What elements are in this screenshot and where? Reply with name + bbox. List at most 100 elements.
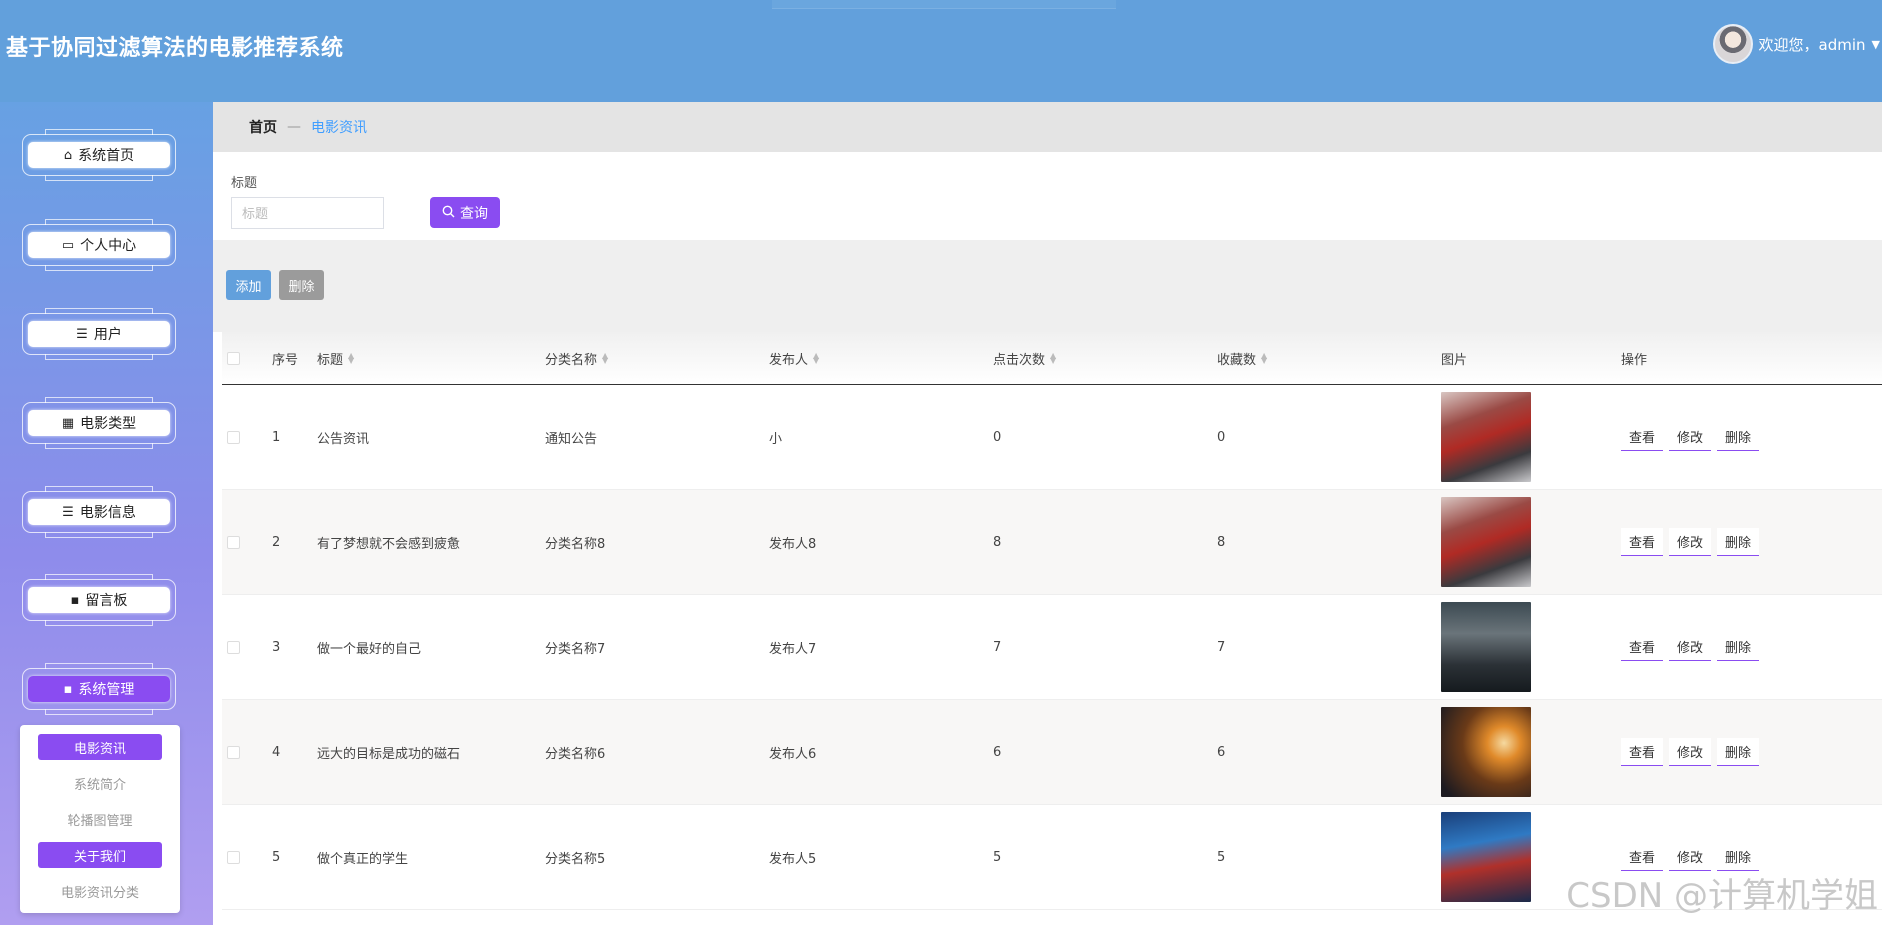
cell-title: 做一个最好的自己 xyxy=(317,641,422,657)
sort-icon[interactable]: ▲ ▼ xyxy=(602,352,608,365)
sidebar-item-label: 用户 xyxy=(93,327,122,343)
view-button[interactable]: 查看 xyxy=(1621,528,1664,556)
cell-publisher: 小 xyxy=(769,431,783,447)
edit-button[interactable]: 修改 xyxy=(1669,633,1712,661)
search-icon xyxy=(442,205,455,221)
cell-favorites: 0 xyxy=(1217,429,1226,445)
welcome-text: 欢迎您，admin xyxy=(1758,35,1866,54)
avatar[interactable] xyxy=(1712,24,1753,64)
submenu-item-movie-news[interactable]: 电影资讯 xyxy=(38,734,162,760)
cell-title: 有了梦想就不会感到疲惫 xyxy=(317,536,461,552)
row-checkbox[interactable] xyxy=(227,430,240,444)
row-delete-button[interactable]: 删除 xyxy=(1717,423,1760,451)
cell-category: 分类名称7 xyxy=(545,641,606,657)
grid-icon: ▦ xyxy=(61,415,75,431)
breadcrumb-current: 电影资讯 xyxy=(311,120,367,136)
search-label: 标题 xyxy=(231,176,258,191)
table-header: 序号 标题 ▲ ▼ 分类名称 ▲ ▼ 发布人 ▲ ▼ 点击次数 ▲ ▼ 收藏数 ▲ ▼ 图片 操作 xyxy=(222,332,1882,385)
row-checkbox[interactable] xyxy=(227,640,240,654)
col-publisher[interactable]: 发布人 ▲ ▼ xyxy=(769,332,819,384)
sidebar-item-movie-info[interactable]: ☰ 电影信息 xyxy=(22,486,176,538)
cell-favorites: 8 xyxy=(1217,534,1226,550)
cell-category: 分类名称5 xyxy=(545,851,606,867)
ironman-poster-image xyxy=(1441,497,1531,587)
cell-clicks: 5 xyxy=(993,849,1002,865)
action-bar: 添加 删除 xyxy=(213,240,1882,332)
cell-index: 3 xyxy=(272,639,281,655)
view-button[interactable]: 查看 xyxy=(1621,738,1664,766)
cell-title: 远大的目标是成功的磁石 xyxy=(317,746,461,762)
table-row: 4 远大的目标是成功的磁石 分类名称6 发布人6 6 6 查看 修改 删除 xyxy=(222,700,1882,805)
chevron-down-icon[interactable]: ▼ xyxy=(1872,38,1880,51)
top-header: 基于协同过滤算法的电影推荐系统 欢迎您，admin ▼ xyxy=(0,0,1882,102)
submenu-item-about-us[interactable]: 关于我们 xyxy=(38,842,162,868)
row-delete-button[interactable]: 删除 xyxy=(1717,738,1760,766)
watermark: CSDN @计算机学姐 xyxy=(1566,876,1878,916)
col-title[interactable]: 标题 ▲ ▼ xyxy=(317,332,354,384)
row-checkbox[interactable] xyxy=(227,850,240,864)
cell-favorites: 7 xyxy=(1217,639,1226,655)
sort-icon[interactable]: ▲ ▼ xyxy=(1261,352,1267,365)
cell-publisher: 发布人5 xyxy=(769,851,817,867)
row-delete-button[interactable]: 删除 xyxy=(1717,633,1760,661)
col-clicks[interactable]: 点击次数 ▲ ▼ xyxy=(993,332,1056,384)
table-row: 3 做一个最好的自己 分类名称7 发布人7 7 7 查看 修改 删除 xyxy=(222,595,1882,700)
sidebar-item-users[interactable]: ☰ 用户 xyxy=(22,308,176,360)
view-button[interactable]: 查看 xyxy=(1621,633,1664,661)
search-input[interactable] xyxy=(231,197,384,229)
sort-icon[interactable]: ▲ ▼ xyxy=(1050,352,1056,365)
table-row: 2 有了梦想就不会感到疲惫 分类名称8 发布人8 8 8 查看 修改 删除 xyxy=(222,490,1882,595)
view-button[interactable]: 查看 xyxy=(1621,843,1664,871)
main-content: 首页 — 电影资讯 标题 查询 添加 删除 序号 标题▲▼ 分类名称▲▼ 发布人… xyxy=(213,102,1882,925)
sidebar-item-system-management[interactable]: ▪ 系统管理 xyxy=(22,663,176,715)
cell-index: 4 xyxy=(272,744,281,760)
submenu-item-system-intro[interactable]: 系统简介 xyxy=(38,770,162,796)
breadcrumb-separator: — xyxy=(287,119,301,135)
select-all-checkbox[interactable] xyxy=(227,351,240,365)
cell-clicks: 8 xyxy=(993,534,1002,550)
submenu-item-carousel[interactable]: 轮播图管理 xyxy=(38,806,162,832)
submenu-item-news-category[interactable]: 电影资讯分类 xyxy=(38,878,162,904)
user-menu[interactable]: 欢迎您，admin ▼ xyxy=(1712,24,1880,64)
sidebar-item-movie-types[interactable]: ▦ 电影类型 xyxy=(22,397,176,449)
sidebar-item-label: 系统首页 xyxy=(78,148,135,164)
sidebar-item-profile[interactable]: ▭ 个人中心 xyxy=(22,219,176,271)
edit-button[interactable]: 修改 xyxy=(1669,528,1712,556)
sort-icon[interactable]: ▲ ▼ xyxy=(348,352,354,365)
delete-button[interactable]: 删除 xyxy=(279,270,324,300)
sidebar-item-label: 电影类型 xyxy=(80,416,137,432)
search-area: 标题 查询 xyxy=(213,152,1882,240)
row-checkbox[interactable] xyxy=(227,745,240,759)
query-button[interactable]: 查询 xyxy=(430,197,500,228)
cell-clicks: 7 xyxy=(993,639,1002,655)
edit-button[interactable]: 修改 xyxy=(1669,738,1712,766)
top-strip xyxy=(772,0,1116,9)
row-delete-button[interactable]: 删除 xyxy=(1717,528,1760,556)
table-row: 1 公告资讯 通知公告 小 0 0 查看 修改 删除 xyxy=(222,385,1882,490)
cell-index: 5 xyxy=(272,849,281,865)
sidebar-item-message-board[interactable]: ▪ 留言板 xyxy=(22,574,176,626)
sort-icon[interactable]: ▲ ▼ xyxy=(813,352,819,365)
breadcrumb-home[interactable]: 首页 xyxy=(249,117,277,137)
col-index: 序号 xyxy=(272,352,299,368)
edit-button[interactable]: 修改 xyxy=(1669,843,1712,871)
view-button[interactable]: 查看 xyxy=(1621,423,1664,451)
cell-clicks: 0 xyxy=(993,429,1002,445)
sidebar-item-home[interactable]: ⌂ 系统首页 xyxy=(22,129,176,181)
row-delete-button[interactable]: 删除 xyxy=(1717,843,1760,871)
add-button[interactable]: 添加 xyxy=(226,270,271,300)
message-icon: ▪ xyxy=(70,592,80,608)
cell-title: 公告资讯 xyxy=(317,431,370,447)
sidebar-item-label: 电影信息 xyxy=(79,505,136,521)
query-button-label: 查询 xyxy=(460,204,488,221)
cell-publisher: 发布人8 xyxy=(769,536,817,552)
col-category[interactable]: 分类名称 ▲ ▼ xyxy=(545,332,608,384)
card-icon: ▭ xyxy=(61,237,75,253)
system-icon: ▪ xyxy=(63,681,73,697)
col-favorites[interactable]: 收藏数 ▲ ▼ xyxy=(1217,332,1267,384)
ironman-poster-image xyxy=(1441,392,1531,482)
edit-button[interactable]: 修改 xyxy=(1669,423,1712,451)
row-checkbox[interactable] xyxy=(227,535,240,549)
cell-publisher: 发布人6 xyxy=(769,746,817,762)
sidebar-item-label: 系统管理 xyxy=(78,682,135,698)
